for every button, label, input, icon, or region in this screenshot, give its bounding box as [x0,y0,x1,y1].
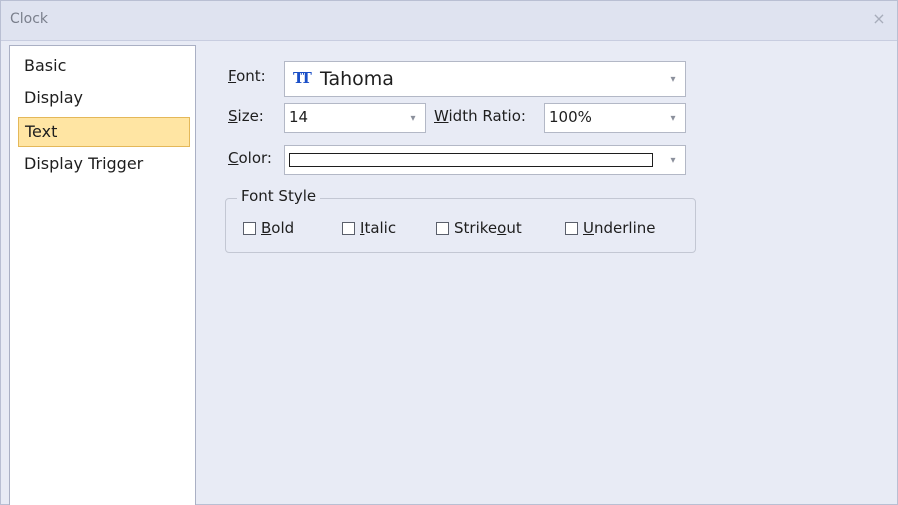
checkbox-box [342,222,355,235]
width-ratio-label: Width Ratio: [434,107,526,125]
strikeout-label: Strikeout [454,219,522,237]
width-ratio-select[interactable]: 100% ▾ [544,103,686,133]
dialog-title: Clock [10,11,49,27]
italic-label: Italic [360,219,397,237]
size-value: 14 [289,108,309,126]
close-icon[interactable]: × [869,9,889,29]
size-label: Size: [228,107,264,125]
chevron-down-icon: ▾ [670,74,676,85]
nav-item-display[interactable]: Display [18,84,190,114]
nav-item-text[interactable]: Text [18,117,190,147]
chevron-down-icon: ▾ [410,113,416,124]
font-style-group-title: Font Style [237,187,321,205]
checkbox-box [565,222,578,235]
color-swatch [289,153,653,167]
color-label: Color: [228,149,272,167]
font-value: Tahoma [320,68,394,90]
category-list: Basic Display Text Display Trigger [9,45,196,505]
width-ratio-value: 100% [549,108,592,126]
bold-label: Bold [261,219,295,237]
font-label: Font: [228,67,266,85]
chevron-down-icon: ▾ [670,113,676,124]
font-select[interactable]: TT Tahoma ▾ [284,61,686,97]
checkbox-box [243,222,256,235]
color-select[interactable]: ▾ [284,145,686,175]
clock-dialog: Clock × Basic Display Text Display Trigg… [0,0,898,505]
chevron-down-icon: ▾ [670,155,676,166]
underline-label: Underline [583,219,656,237]
checkbox-box [436,222,449,235]
size-select[interactable]: 14 ▾ [284,103,426,133]
font-type-icon: TT [293,69,312,87]
nav-item-basic[interactable]: Basic [18,52,190,82]
title-bar: Clock × [1,1,897,41]
nav-item-display-trigger[interactable]: Display Trigger [18,150,190,180]
